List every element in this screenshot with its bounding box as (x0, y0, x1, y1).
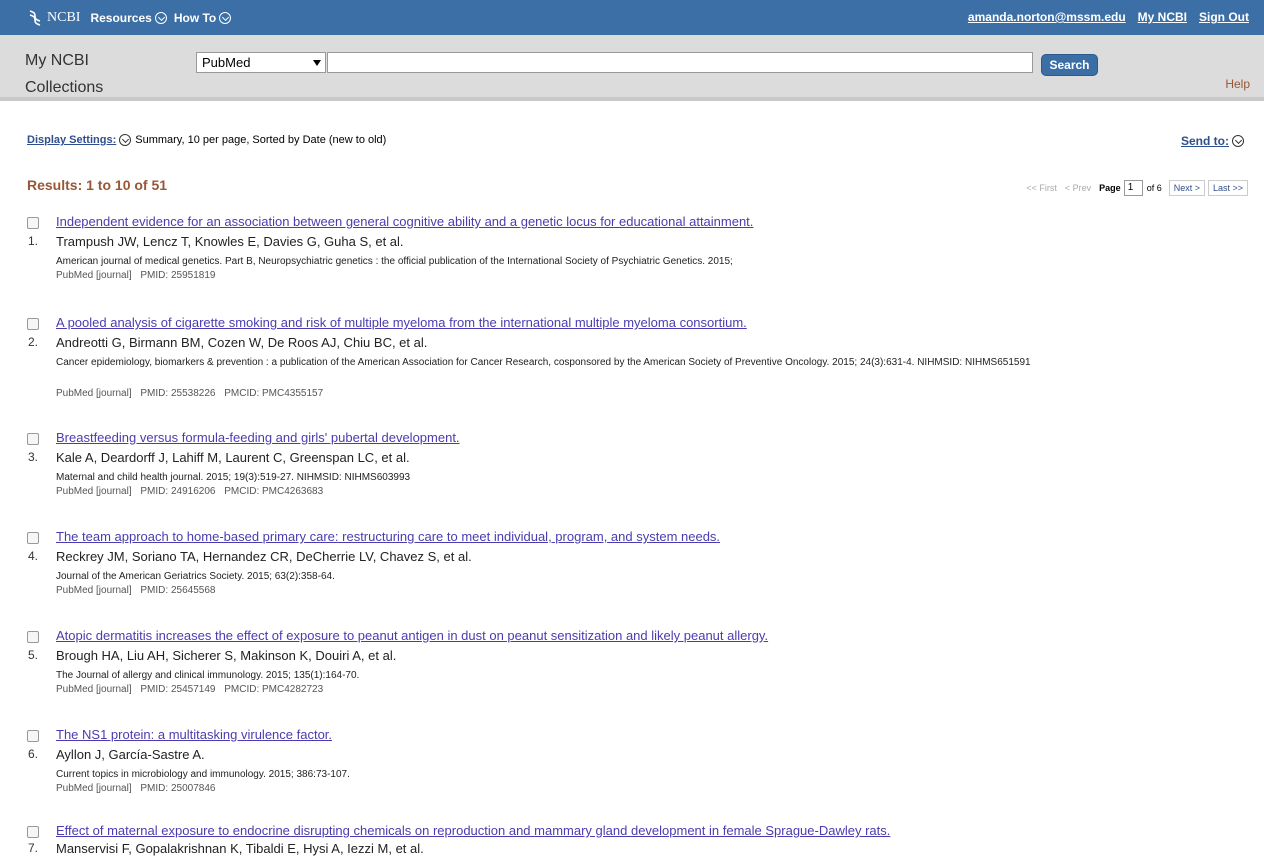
user-email-link[interactable]: amanda.norton@mssm.edu (968, 10, 1126, 24)
prev-page-link: < Prev (1064, 183, 1092, 193)
ncbi-logo-text: NCBI (47, 9, 81, 25)
last-page-button[interactable]: Last >> (1207, 180, 1248, 196)
result-checkbox[interactable] (27, 826, 39, 838)
result-ids: PubMed [journal] PMID: 25007846 (56, 783, 227, 794)
how-to-label: How To (173, 10, 217, 25)
search-button[interactable]: Search (1041, 54, 1098, 76)
result-type: PubMed [journal] (56, 783, 132, 794)
help-link[interactable]: Help (1225, 77, 1250, 91)
result-ids: PubMed [journal] PMID: 25457149 PMCID: P… (56, 684, 329, 695)
result-title-link[interactable]: Breastfeeding versus formula-feeding and… (56, 430, 460, 445)
resources-label: Resources (90, 10, 152, 25)
result-type: PubMed [journal] (56, 270, 132, 281)
result-pmid: PMID: 25538226 (140, 388, 216, 399)
result-number: 1. (28, 234, 39, 248)
result-checkbox[interactable] (27, 433, 39, 445)
result-checkbox[interactable] (27, 217, 39, 229)
result-authors: Ayllon J, García-Sastre A. (56, 747, 205, 762)
result-ids: PubMed [journal] PMID: 25951819 (56, 270, 227, 281)
pagination: << First < Prev Page 1 of 6 Next > Last … (1026, 180, 1248, 196)
result-pmcid: PMCID: PMC4263683 (224, 486, 324, 497)
result-pmcid: PMCID: PMC4282723 (224, 684, 324, 695)
ncbi-helix-icon (29, 9, 41, 26)
result-checkbox[interactable] (27, 730, 39, 742)
result-pmid: PMID: 25007846 (140, 783, 216, 794)
display-settings: Display Settings: Summary, 10 per page, … (27, 134, 386, 146)
result-number: 2. (28, 335, 39, 349)
chevron-down-icon (154, 11, 167, 24)
result-authors: Andreotti G, Birmann BM, Cozen W, De Roo… (56, 335, 428, 350)
result-pmid: PMID: 25457149 (140, 684, 216, 695)
display-settings-summary: Summary, 10 per page, Sorted by Date (ne… (135, 134, 387, 146)
page-number-input[interactable]: 1 (1123, 180, 1143, 196)
database-select-value: PubMed (202, 55, 251, 70)
first-page-link: << First (1026, 183, 1057, 193)
result-pmid: PMID: 24916206 (140, 486, 216, 497)
result-number: 7. (28, 841, 39, 855)
result-title-link[interactable]: Independent evidence for an association … (56, 214, 753, 229)
result-type: PubMed [journal] (56, 486, 132, 497)
top-nav: Resources How To (90, 11, 238, 25)
result-source: The Journal of allergy and clinical immu… (56, 670, 360, 681)
result-title-link[interactable]: A pooled analysis of cigarette smoking a… (56, 315, 747, 330)
chevron-down-icon[interactable] (1232, 135, 1244, 147)
result-source: American journal of medical genetics. Pa… (56, 256, 733, 267)
result-number: 6. (28, 747, 39, 761)
ncbi-logo[interactable]: NCBI (27, 9, 80, 27)
result-authors: Reckrey JM, Soriano TA, Hernandez CR, De… (56, 549, 472, 564)
send-to-link[interactable]: Send to: (1181, 134, 1229, 148)
result-checkbox[interactable] (27, 532, 39, 544)
display-settings-link[interactable]: Display Settings: (27, 134, 116, 146)
result-authors: Kale A, Deardorff J, Lahiff M, Laurent C… (56, 450, 410, 465)
search-input[interactable] (327, 52, 1033, 73)
result-number: 3. (28, 450, 39, 464)
result-source: Cancer epidemiology, biomarkers & preven… (56, 357, 1031, 368)
result-pmid: PMID: 25951819 (140, 270, 216, 281)
page-total: of 6 (1146, 183, 1162, 193)
result-ids: PubMed [journal] PMID: 25538226 PMCID: P… (56, 388, 329, 399)
result-type: PubMed [journal] (56, 585, 132, 596)
result-source: Maternal and child health journal. 2015;… (56, 472, 411, 483)
my-ncbi-link[interactable]: My NCBI (1138, 10, 1187, 24)
chevron-down-icon[interactable] (119, 134, 132, 146)
page-label: Page (1099, 183, 1121, 193)
result-authors: Trampush JW, Lencz T, Knowles E, Davies … (56, 234, 404, 249)
result-type: PubMed [journal] (56, 388, 132, 399)
result-authors: Manservisi F, Gopalakrishnan K, Tibaldi … (56, 841, 424, 856)
how-to-menu[interactable]: How To (173, 10, 232, 25)
result-checkbox[interactable] (27, 318, 39, 330)
database-select[interactable]: PubMed (196, 52, 326, 73)
result-ids: PubMed [journal] PMID: 24916206 PMCID: P… (56, 486, 329, 497)
result-title-link[interactable]: The NS1 protein: a multitasking virulenc… (56, 727, 332, 742)
search-bar: My NCBI Collections PubMed Search Help (0, 35, 1264, 101)
result-pmcid: PMCID: PMC4355157 (224, 388, 324, 399)
result-type: PubMed [journal] (56, 684, 132, 695)
result-authors: Brough HA, Liu AH, Sicherer S, Makinson … (56, 648, 397, 663)
collections-title: My NCBI Collections (25, 47, 103, 101)
result-source: Journal of the American Geriatrics Socie… (56, 571, 335, 582)
result-number: 5. (28, 648, 39, 662)
next-page-button[interactable]: Next > (1168, 180, 1205, 196)
result-source: Current topics in microbiology and immun… (56, 769, 350, 780)
resources-menu[interactable]: Resources (90, 10, 167, 25)
chevron-down-icon (219, 11, 232, 24)
result-pmid: PMID: 25645568 (140, 585, 216, 596)
collections-title-line2: Collections (25, 79, 104, 96)
result-title-link[interactable]: Effect of maternal exposure to endocrine… (56, 823, 890, 838)
result-title-link[interactable]: Atopic dermatitis increases the effect o… (56, 628, 768, 643)
ncbi-header: NCBI Resources How To amanda.norton@mssm… (0, 0, 1264, 35)
result-checkbox[interactable] (27, 631, 39, 643)
result-title-link[interactable]: The team approach to home-based primary … (56, 529, 720, 544)
dropdown-arrow-icon (313, 60, 321, 66)
send-to[interactable]: Send to: (1181, 134, 1244, 148)
results-count: Results: 1 to 10 of 51 (27, 177, 168, 193)
collections-title-line1: My NCBI (25, 52, 89, 69)
result-ids: PubMed [journal] PMID: 25645568 (56, 585, 227, 596)
result-number: 4. (28, 549, 39, 563)
user-links: amanda.norton@mssm.edu My NCBI Sign Out (956, 10, 1249, 24)
sign-out-link[interactable]: Sign Out (1199, 10, 1249, 24)
